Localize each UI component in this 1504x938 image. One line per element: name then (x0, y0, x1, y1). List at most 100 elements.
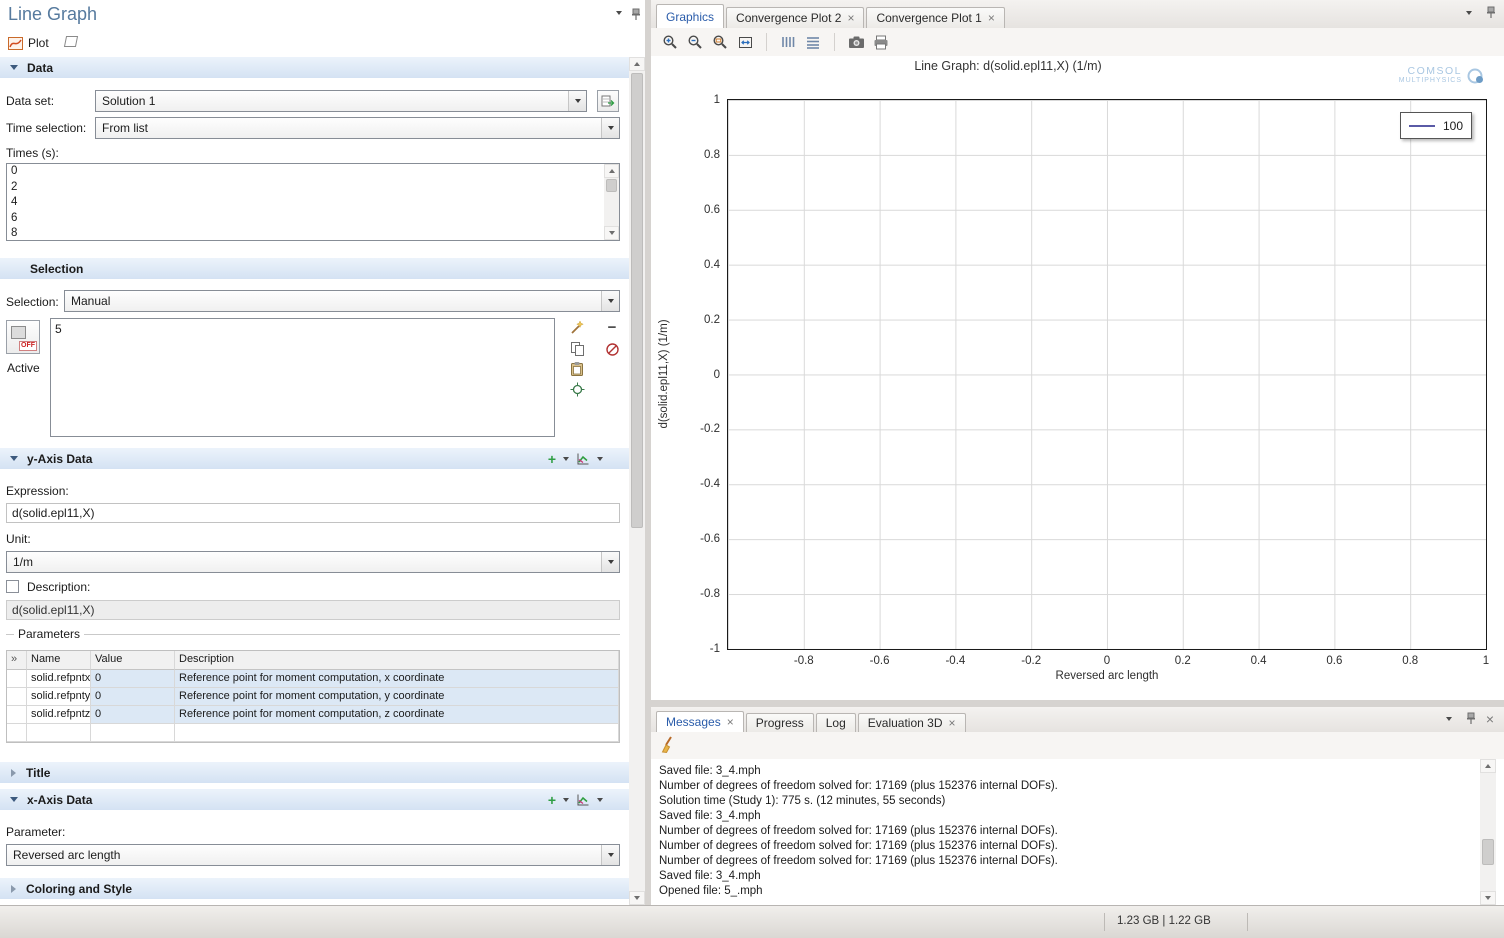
selection-entities-listbox[interactable]: 5 (50, 318, 555, 437)
close-tab-icon[interactable]: × (727, 717, 734, 727)
clear-selection-icon[interactable] (603, 340, 621, 358)
chevron-down-icon[interactable] (1466, 11, 1472, 15)
param-description-cell[interactable] (175, 724, 619, 742)
scroll-up-icon[interactable] (629, 57, 645, 71)
scrollbar-thumb[interactable] (1482, 839, 1494, 865)
scrollbar-thumb[interactable] (631, 73, 643, 528)
zoom-extents-icon[interactable] (736, 33, 754, 51)
time-selection-select[interactable]: From list (95, 117, 620, 139)
param-name-cell[interactable]: solid.refpnty (27, 688, 91, 706)
zoom-to-selection-icon[interactable] (568, 380, 586, 398)
close-tab-icon[interactable]: × (988, 13, 995, 23)
grid-horizontal-icon[interactable] (804, 33, 822, 51)
tab-convergence-plot-1[interactable]: Convergence Plot 1 × (866, 7, 1004, 28)
chevron-down-icon[interactable] (563, 798, 569, 802)
pin-icon[interactable] (1486, 6, 1496, 19)
add-expression-icon[interactable]: + (548, 453, 556, 465)
chevron-down-icon[interactable] (568, 91, 586, 111)
expression-input[interactable]: d(solid.epl11,X) (6, 503, 620, 523)
chevron-down-icon[interactable] (563, 457, 569, 461)
tab-graphics[interactable]: Graphics (656, 4, 724, 28)
zoom-out-icon[interactable] (686, 33, 704, 51)
param-description-cell[interactable]: Reference point for moment computation, … (175, 688, 619, 706)
create-selection-wand-icon[interactable] (568, 318, 586, 336)
section-header-coloring-style[interactable]: Coloring and Style (0, 878, 629, 899)
chevron-down-icon[interactable] (1446, 717, 1452, 721)
chevron-down-icon[interactable] (601, 845, 619, 865)
scroll-up-icon[interactable] (1480, 759, 1496, 773)
param-description-cell[interactable]: Reference point for moment computation, … (175, 706, 619, 724)
tab-log[interactable]: Log (816, 713, 856, 732)
scroll-up-icon[interactable] (604, 164, 619, 178)
tab-convergence-plot-2[interactable]: Convergence Plot 2 × (726, 7, 864, 28)
scrollbar-thumb[interactable] (606, 179, 617, 192)
add-expression-icon[interactable]: + (548, 794, 556, 806)
clear-log-broom-icon[interactable] (659, 736, 677, 754)
section-header-x-axis-data[interactable]: x-Axis Data + (0, 789, 629, 810)
plot-button[interactable]: Plot (8, 36, 49, 50)
section-header-selection[interactable]: Selection (0, 258, 629, 279)
scroll-down-icon[interactable] (629, 891, 645, 905)
section-header-data[interactable]: Data (0, 57, 629, 78)
param-name-cell[interactable]: solid.refpntz (27, 706, 91, 724)
times-listbox[interactable]: 0 2 4 6 8 (6, 163, 620, 241)
close-tab-icon[interactable]: × (847, 13, 854, 23)
close-panel-icon[interactable]: × (1486, 714, 1494, 724)
panel-menu-chevron-down-icon[interactable] (616, 15, 622, 29)
replace-expression-plot-icon[interactable] (576, 793, 590, 807)
table-row[interactable]: solid.refpntx 0 Reference point for mome… (7, 670, 619, 688)
list-item[interactable]: 5 (51, 319, 554, 338)
unit-select[interactable]: 1/m (6, 551, 620, 573)
close-tab-icon[interactable]: × (949, 718, 956, 728)
table-row[interactable]: solid.refpntz 0 Reference point for mome… (7, 706, 619, 724)
param-description-cell[interactable]: Reference point for moment computation, … (175, 670, 619, 688)
selection-select[interactable]: Manual (64, 290, 620, 312)
param-name-cell[interactable] (27, 724, 91, 742)
param-value-cell[interactable]: 0 (91, 706, 175, 724)
pin-icon[interactable] (1466, 712, 1476, 725)
chevron-down-icon[interactable] (601, 291, 619, 311)
param-value-cell[interactable] (91, 724, 175, 742)
tab-evaluation-3d[interactable]: Evaluation 3D × (858, 713, 966, 732)
log-output[interactable]: Saved file: 3_4.mph Number of degrees of… (651, 759, 1478, 905)
remove-from-selection-icon[interactable]: − (603, 318, 621, 336)
tab-progress[interactable]: Progress (746, 713, 814, 732)
param-name-cell[interactable]: solid.refpntx (27, 670, 91, 688)
param-value-cell[interactable]: 0 (91, 688, 175, 706)
table-row[interactable]: solid.refpnty 0 Reference point for mome… (7, 688, 619, 706)
list-item[interactable]: 8 (7, 226, 619, 242)
table-row-empty[interactable] (7, 724, 619, 742)
chevron-down-icon[interactable] (597, 457, 603, 461)
list-item[interactable]: 2 (7, 180, 619, 196)
chevron-down-icon[interactable] (601, 118, 619, 138)
plot-axes[interactable]: 1 0.8 0.6 0.4 0.2 0 -0.2 -0.4 -0.6 -0.8 … (727, 99, 1487, 650)
active-toggle-button[interactable]: OFF (6, 320, 40, 354)
camera-snapshot-icon[interactable] (847, 33, 865, 51)
parameter-select[interactable]: Reversed arc length (6, 844, 620, 866)
print-icon[interactable] (872, 33, 890, 51)
zoom-box-icon[interactable] (711, 33, 729, 51)
chevron-down-icon[interactable] (601, 552, 619, 572)
chevron-down-icon[interactable] (597, 798, 603, 802)
messages-scrollbar[interactable] (1480, 759, 1496, 905)
dataset-select[interactable]: Solution 1 (95, 90, 587, 112)
section-header-title[interactable]: Title (0, 762, 629, 783)
scroll-down-icon[interactable] (1480, 891, 1496, 905)
list-item[interactable]: 6 (7, 211, 619, 227)
paste-selection-icon[interactable] (568, 360, 586, 378)
list-item[interactable]: 4 (7, 195, 619, 211)
description-checkbox[interactable] (6, 580, 19, 593)
grid-vertical-icon[interactable] (779, 33, 797, 51)
go-to-source-button[interactable] (597, 90, 619, 112)
copy-selection-icon[interactable] (568, 340, 586, 358)
zoom-in-icon[interactable] (661, 33, 679, 51)
plot-in-window-icon[interactable] (63, 35, 79, 51)
replace-expression-plot-icon[interactable] (576, 452, 590, 466)
settings-scrollbar[interactable] (629, 57, 645, 905)
times-scrollbar[interactable] (604, 164, 619, 240)
scroll-down-icon[interactable] (604, 226, 619, 240)
section-header-y-axis-data[interactable]: y-Axis Data + (0, 448, 629, 469)
param-value-cell[interactable]: 0 (91, 670, 175, 688)
list-item[interactable]: 0 (7, 164, 619, 180)
pin-icon[interactable] (631, 8, 641, 24)
